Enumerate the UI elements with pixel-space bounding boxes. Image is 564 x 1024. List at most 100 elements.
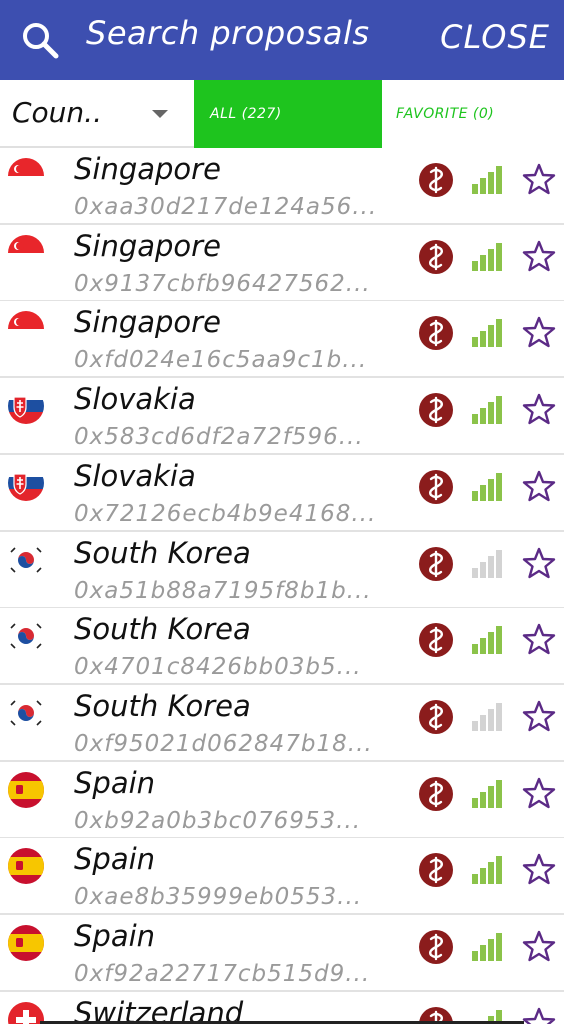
tab-favorite-label: FAVORITE (0) — [396, 106, 495, 122]
signal-bar — [488, 785, 494, 808]
proposal-row[interactable]: South Korea 0xa51b88a7195f8b1b... — [0, 531, 564, 609]
star-outline-icon[interactable] — [522, 622, 556, 656]
openvpn-icon — [418, 239, 454, 275]
signal-bar — [472, 490, 478, 501]
signal-bar — [496, 242, 502, 271]
star-outline-icon[interactable] — [522, 162, 556, 196]
proposal-row[interactable]: Slovakia 0x72126ecb4b9e4168... — [0, 454, 564, 532]
spain-flag-icon — [8, 925, 44, 961]
tab-all[interactable]: ALL (227) — [194, 80, 382, 148]
openvpn-icon — [418, 699, 454, 735]
close-button[interactable]: CLOSE — [440, 18, 550, 56]
openvpn-icon — [418, 546, 454, 582]
signal-strength-icon — [472, 624, 504, 655]
star-outline-icon[interactable] — [522, 392, 556, 426]
openvpn-icon — [418, 622, 454, 658]
proposal-row[interactable]: Switzerland — [0, 991, 564, 1024]
signal-bar — [496, 396, 502, 425]
signal-bar — [496, 779, 502, 808]
star-outline-icon[interactable] — [522, 469, 556, 503]
proposal-row[interactable]: Spain 0xf92a22717cb515d9... — [0, 915, 564, 992]
proposal-row[interactable]: Singapore 0x9137cbfb96427562... — [0, 224, 564, 302]
proposal-row[interactable]: Singapore 0xfd024e16c5aa9c1b... — [0, 301, 564, 379]
star-outline-icon[interactable] — [522, 546, 556, 580]
country-dropdown-value: Coun.. — [12, 96, 102, 129]
signal-strength-icon — [472, 854, 504, 885]
signal-bar — [496, 319, 502, 348]
signal-bar — [472, 184, 478, 194]
proposal-country: Singapore — [74, 152, 221, 186]
signal-strength-icon — [472, 701, 504, 731]
signal-bar — [472, 644, 478, 655]
signal-bar — [480, 561, 486, 578]
filter-bar: Coun.. ALL (227) FAVORITE (0) — [0, 80, 564, 148]
openvpn-icon — [418, 776, 454, 812]
proposal-country: South Korea — [74, 612, 251, 647]
openvpn-icon — [418, 929, 454, 965]
slovakia-flag-icon — [8, 464, 44, 501]
signal-bar — [472, 720, 478, 731]
signal-bar — [480, 714, 486, 731]
openvpn-icon — [418, 315, 454, 351]
spain-flag-icon — [8, 771, 44, 808]
signal-bar — [472, 337, 478, 348]
signal-bar — [488, 325, 494, 348]
south-korea-flag-icon — [8, 694, 44, 731]
proposal-country: Singapore — [74, 305, 221, 340]
signal-bar — [488, 402, 494, 425]
search-header: Search proposals CLOSE — [0, 0, 564, 80]
search-input[interactable]: Search proposals — [86, 14, 370, 52]
openvpn-icon — [418, 852, 454, 888]
signal-bar — [472, 260, 478, 271]
singapore-flag-icon — [8, 158, 44, 194]
proposal-address: 0x583cd6df2a72f596... — [74, 424, 364, 451]
signal-bar — [480, 638, 486, 655]
proposal-address: 0x4701c8426bb03b5... — [74, 654, 362, 681]
star-outline-icon[interactable] — [522, 852, 556, 886]
signal-bar — [480, 484, 486, 501]
signal-strength-icon — [472, 317, 504, 348]
proposal-row[interactable]: South Korea 0xf95021d062847b18... — [0, 684, 564, 762]
proposal-list[interactable]: Singapore 0xaa30d217de124a56... Singapore 0… — [0, 148, 564, 1024]
signal-bar — [496, 933, 502, 961]
proposal-row[interactable]: South Korea 0x4701c8426bb03b5... — [0, 608, 564, 686]
signal-bar — [472, 874, 478, 885]
signal-strength-icon — [472, 778, 504, 808]
proposal-address: 0xb92a0b3bc076953... — [74, 807, 362, 834]
signal-bar — [480, 331, 486, 348]
proposal-country: South Korea — [74, 688, 251, 723]
south-korea-flag-icon — [8, 618, 44, 655]
signal-bar — [472, 414, 478, 425]
signal-bar — [480, 254, 486, 271]
star-outline-icon[interactable] — [522, 929, 556, 963]
proposal-row[interactable]: Spain 0xb92a0b3bc076953... — [0, 761, 564, 839]
singapore-flag-icon — [8, 234, 44, 271]
proposal-country: Slovakia — [74, 382, 196, 417]
signal-bar — [480, 408, 486, 425]
search-icon[interactable] — [20, 20, 60, 60]
proposal-row[interactable]: Slovakia 0x583cd6df2a72f596... — [0, 378, 564, 456]
star-outline-icon[interactable] — [522, 699, 556, 733]
signal-bar — [496, 549, 502, 578]
signal-bar — [496, 472, 502, 501]
proposal-country: Spain — [74, 765, 156, 800]
signal-bar — [496, 626, 502, 655]
tab-all-label: ALL (227) — [210, 106, 282, 122]
star-outline-icon[interactable] — [522, 1006, 556, 1024]
tab-favorite[interactable]: FAVORITE (0) — [382, 80, 564, 148]
country-dropdown[interactable]: Coun.. — [0, 80, 194, 148]
star-outline-icon[interactable] — [522, 239, 556, 273]
signal-bar — [488, 862, 494, 885]
proposal-country: Spain — [74, 842, 156, 877]
proposal-row[interactable]: Spain 0xae8b35999eb0553... — [0, 838, 564, 916]
star-outline-icon[interactable] — [522, 776, 556, 810]
proposal-address: 0xae8b35999eb0553... — [74, 884, 363, 911]
signal-bar — [480, 791, 486, 808]
signal-bar — [496, 166, 502, 194]
signal-strength-icon — [472, 241, 504, 271]
openvpn-icon — [418, 469, 454, 505]
signal-strength-icon — [472, 548, 504, 578]
proposal-row[interactable]: Singapore 0xaa30d217de124a56... — [0, 148, 564, 225]
star-outline-icon[interactable] — [522, 315, 556, 349]
signal-bar — [488, 708, 494, 731]
